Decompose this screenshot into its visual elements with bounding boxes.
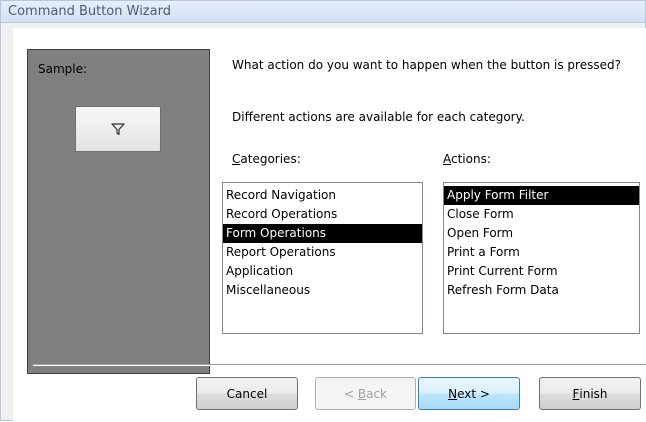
categories-label: Categories: — [232, 152, 301, 166]
actions-label-accel: A — [443, 152, 451, 166]
sample-button-preview — [75, 106, 161, 152]
cancel-button-label: Cancel — [226, 386, 268, 401]
finish-button[interactable]: Finish — [539, 377, 641, 410]
categories-list-item[interactable]: Application — [223, 262, 422, 281]
actions-list-item[interactable]: Print a Form — [444, 243, 639, 262]
next-button-accel: N — [448, 386, 458, 401]
finish-button-rest: inish — [579, 386, 608, 401]
back-button-pre: < — [343, 386, 358, 401]
filter-funnel-icon — [111, 123, 125, 136]
wizard-content: Sample: What action do you want to happe… — [13, 28, 646, 422]
categories-label-rest: ategories: — [240, 152, 301, 166]
sample-panel: Sample: — [27, 49, 210, 374]
action-question: What action do you want to happen when t… — [232, 58, 621, 72]
button-separator — [33, 364, 646, 366]
back-button-accel: B — [357, 386, 367, 401]
categories-listbox[interactable]: Record Navigation Record Operations Form O… — [222, 182, 423, 334]
next-button[interactable]: Next > — [418, 377, 520, 410]
title-bar[interactable]: Command Button Wizard — [1, 1, 645, 23]
actions-list-item[interactable]: Refresh Form Data — [444, 281, 639, 300]
wizard-window: Command Button Wizard Sample: What actio… — [0, 0, 646, 422]
finish-button-accel: F — [572, 386, 580, 401]
window-title: Command Button Wizard — [8, 4, 171, 19]
categories-list-item[interactable]: Form Operations — [223, 224, 422, 243]
actions-label-rest: ctions: — [451, 152, 491, 166]
cancel-button[interactable]: Cancel — [196, 377, 298, 410]
actions-label: Actions: — [443, 152, 491, 166]
categories-list-item[interactable]: Record Operations — [223, 205, 422, 224]
next-button-rest: ext > — [457, 386, 490, 401]
actions-list-item[interactable]: Close Form — [444, 205, 639, 224]
actions-list-item[interactable]: Print Current Form — [444, 262, 639, 281]
actions-list-item[interactable]: Apply Form Filter — [444, 186, 639, 205]
categories-list-item[interactable]: Miscellaneous — [223, 281, 422, 300]
category-hint: Different actions are available for each… — [232, 110, 525, 124]
categories-list-item[interactable]: Record Navigation — [223, 186, 422, 205]
back-button[interactable]: < Back — [315, 377, 416, 410]
actions-list-item[interactable]: Open Form — [444, 224, 639, 243]
actions-listbox[interactable]: Apply Form Filter Close Form Open Form Prin… — [443, 182, 640, 334]
categories-list-item[interactable]: Report Operations — [223, 243, 422, 262]
back-button-rest: ack — [366, 386, 387, 401]
sample-label: Sample: — [38, 62, 88, 76]
